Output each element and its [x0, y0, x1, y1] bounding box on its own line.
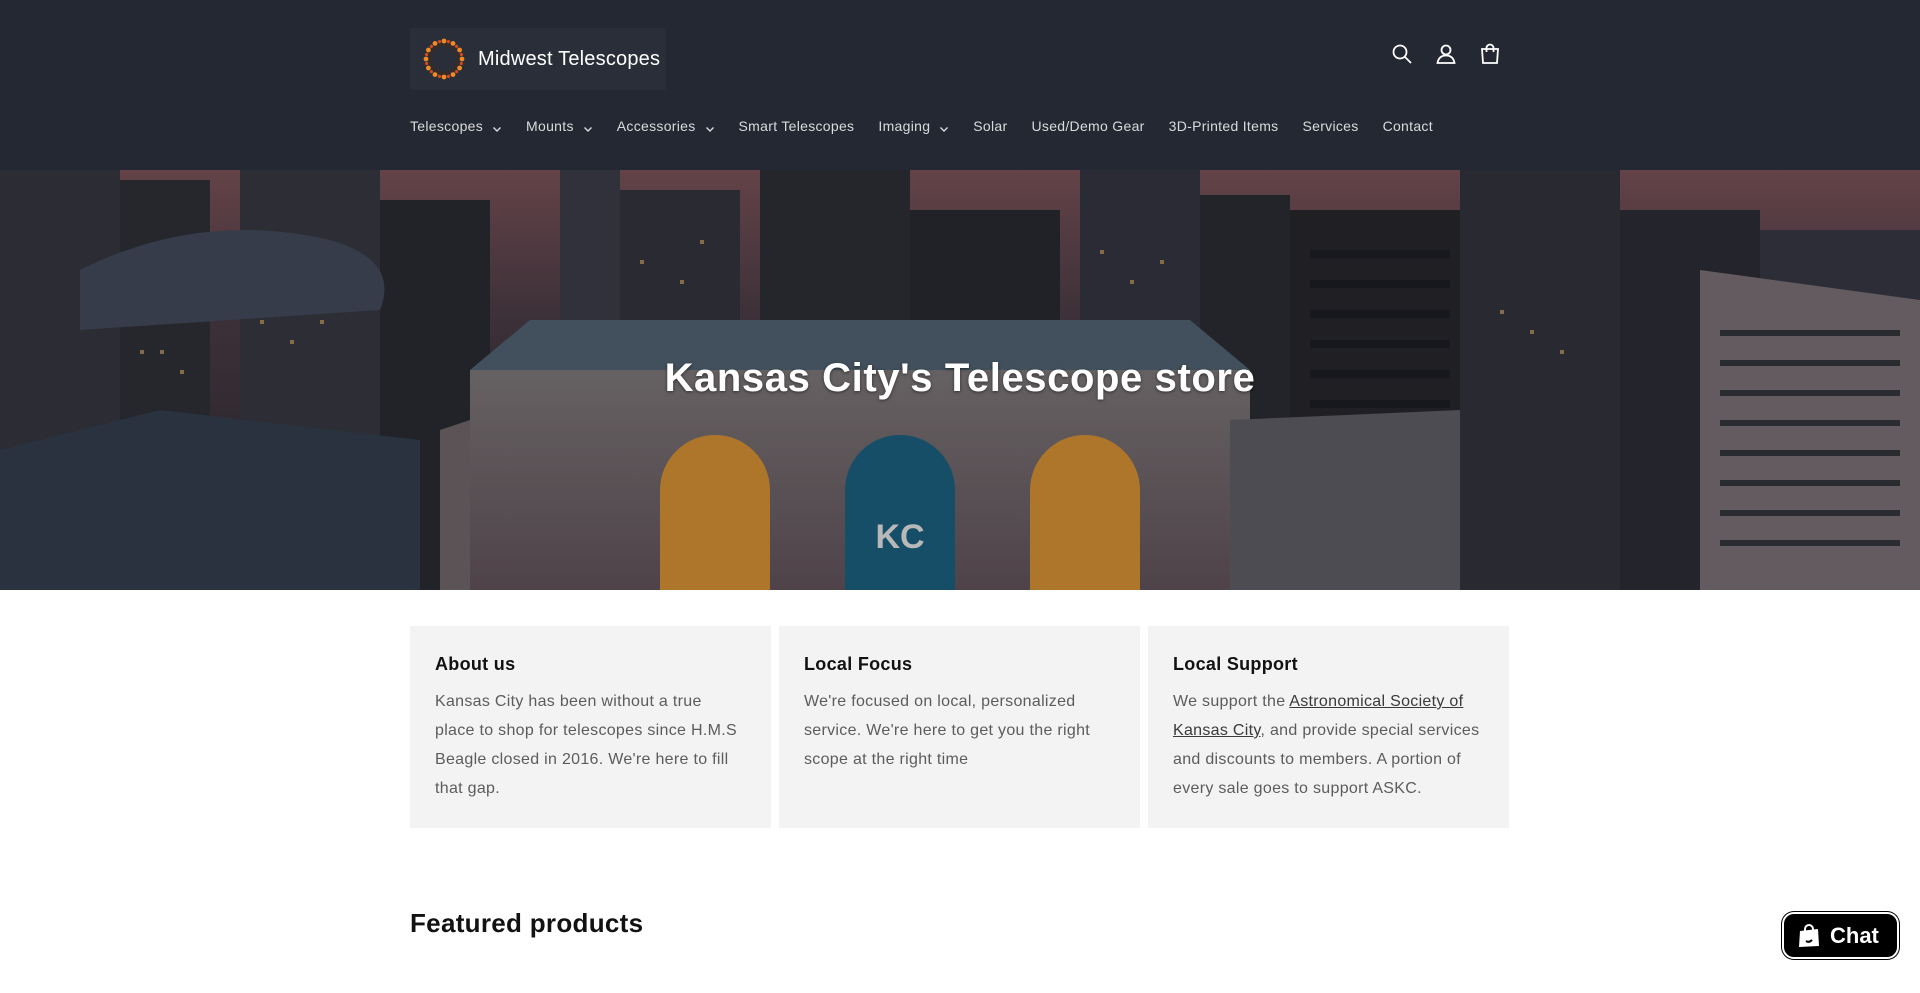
card-title: Local Focus [804, 654, 913, 674]
nav-item-contact[interactable]: Contact [1383, 118, 1433, 134]
logo-link[interactable]: Midwest Telescopes [410, 28, 666, 90]
chevron-down-icon [492, 121, 502, 132]
logo-text: Midwest Telescopes [478, 47, 661, 70]
card-text-before: We support the [1173, 693, 1290, 710]
hero-title: Kansas City's Telescope store [664, 356, 1256, 400]
nav-item-label: Smart Telescopes [738, 118, 855, 134]
nav-item-used-demo-gear[interactable]: Used/Demo Gear [1031, 118, 1144, 134]
card-title: About us [435, 654, 516, 674]
search-icon[interactable] [1390, 42, 1414, 66]
nav-item-solar[interactable]: Solar [973, 118, 1007, 134]
featured-products-heading: Featured products [410, 908, 644, 938]
card-title: Local Support [1173, 654, 1298, 674]
site-header: Midwest Telescopes Telescopes Mounts Acces… [0, 0, 1920, 170]
chevron-down-icon [583, 121, 593, 132]
main-nav: Telescopes Mounts Accessories Smart Telesco… [410, 118, 1457, 134]
nav-item-label: Used/Demo Gear [1031, 118, 1145, 134]
nav-item-label: Contact [1382, 118, 1433, 134]
card-text: We support the Astronomical Society of K… [1173, 687, 1484, 803]
header-icons [1390, 42, 1502, 66]
nav-item-label: Imaging [878, 118, 931, 134]
nav-item-services[interactable]: Services [1302, 118, 1358, 134]
hero-banner: KC Kansas City's Telescope store [0, 170, 1920, 590]
sun-logo-icon [420, 35, 468, 83]
account-icon[interactable] [1434, 42, 1458, 66]
card-local-support: Local Support We support the Astronomica… [1148, 626, 1509, 828]
chat-button[interactable]: Chat [1782, 912, 1899, 959]
card-local-focus: Local Focus We're focused on local, pers… [779, 626, 1140, 828]
cart-icon[interactable] [1478, 42, 1502, 66]
info-cards: About us Kansas City has been without a … [410, 626, 1509, 828]
nav-item-label: 3D-Printed Items [1168, 118, 1279, 134]
nav-item-label: Services [1302, 118, 1359, 134]
card-text: Kansas City has been without a true plac… [435, 693, 737, 797]
card-text: We're focused on local, personalized ser… [804, 693, 1091, 768]
nav-item-telescopes[interactable]: Telescopes [410, 118, 502, 134]
chat-label: Chat [1830, 922, 1879, 948]
nav-item-mounts[interactable]: Mounts [526, 118, 593, 134]
shopify-bag-icon [1796, 923, 1822, 949]
nav-item-smart-telescopes[interactable]: Smart Telescopes [739, 118, 855, 134]
chevron-down-icon [705, 121, 715, 132]
nav-item-label: Telescopes [410, 118, 484, 134]
nav-item-label: Accessories [616, 118, 696, 134]
nav-item-3d-printed-items[interactable]: 3D-Printed Items [1169, 118, 1279, 134]
nav-item-label: Solar [973, 118, 1008, 134]
card-about-us: About us Kansas City has been without a … [410, 626, 771, 828]
chevron-down-icon [939, 121, 949, 132]
nav-item-accessories[interactable]: Accessories [617, 118, 715, 134]
nav-item-label: Mounts [526, 118, 574, 134]
nav-item-imaging[interactable]: Imaging [878, 118, 949, 134]
